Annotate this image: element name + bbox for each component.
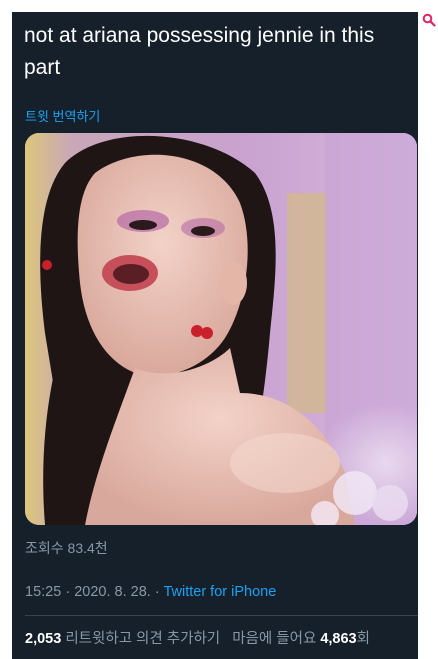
retweets-label: 리트윗하고 의견 추가하기 bbox=[65, 631, 221, 647]
likes-stat[interactable]: 마음에 들어요 4,863회 bbox=[232, 631, 370, 647]
tweet-stats: 2,053 리트윗하고 의견 추가하기 마음에 들어요 4,863회 bbox=[25, 627, 370, 648]
likes-label: 마음에 들어요 bbox=[232, 631, 317, 647]
tweet-video[interactable] bbox=[25, 133, 417, 525]
meta-separator: · bbox=[154, 584, 160, 600]
tweet-text: not at ariana possessing jennie in this … bbox=[24, 24, 375, 79]
divider bbox=[25, 615, 418, 616]
tweet-meta: 15:25 · 2020. 8. 28. · Twitter for iPhon… bbox=[25, 584, 276, 600]
tweet-time[interactable]: 15:25 bbox=[25, 584, 61, 600]
likes-count: 4,863 bbox=[320, 631, 357, 647]
tweet-date[interactable]: 2020. 8. 28. bbox=[74, 584, 151, 600]
view-count: 조회수 83.4천 bbox=[25, 540, 108, 556]
meta-separator: · bbox=[65, 584, 71, 600]
retweets-count: 2,053 bbox=[25, 631, 62, 647]
translate-tweet-link[interactable]: 트윗 번역하기 bbox=[25, 106, 100, 125]
likes-suffix: 회 bbox=[356, 631, 370, 647]
retweets-stat[interactable]: 2,053 리트윗하고 의견 추가하기 bbox=[25, 631, 220, 647]
video-frame-image bbox=[25, 133, 417, 525]
tweet-source-link[interactable]: Twitter for iPhone bbox=[163, 584, 276, 600]
tweet-card: not at ariana possessing jennie in this … bbox=[12, 12, 418, 659]
search-icon[interactable] bbox=[422, 13, 436, 27]
